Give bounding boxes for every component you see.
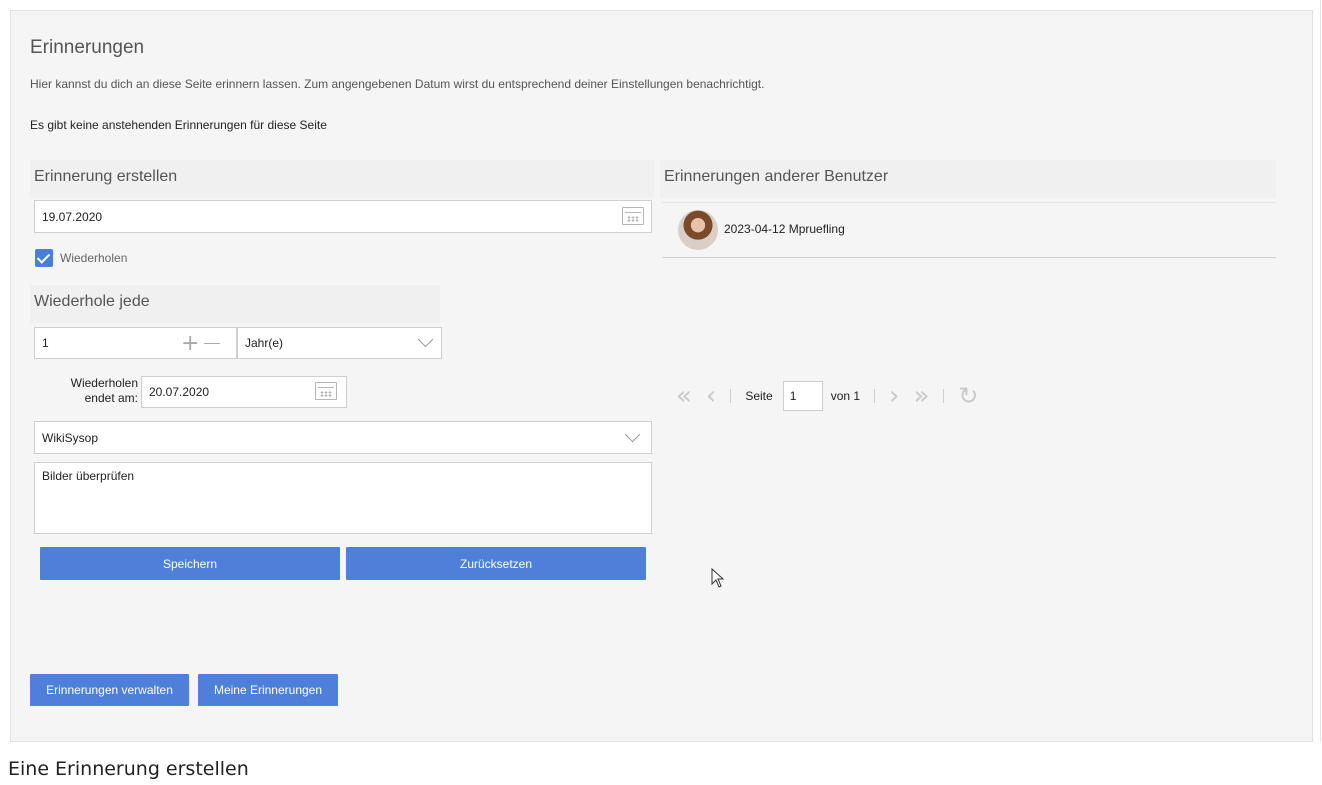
last-page-icon[interactable]: »	[913, 383, 929, 409]
next-page-icon[interactable]: ›	[889, 383, 899, 409]
pager-separator	[943, 389, 945, 403]
calendar-icon[interactable]	[622, 207, 644, 225]
pager-separator	[730, 389, 732, 403]
calendar-icon[interactable]	[315, 382, 337, 400]
mouse-cursor-icon	[711, 568, 725, 588]
interval-stepper[interactable]: 1 +	[34, 327, 237, 359]
repeat-label: Wiederholen	[60, 251, 128, 265]
page-input[interactable]: 1	[782, 381, 823, 411]
repeat-ends-input[interactable]: 20.07.2020	[141, 376, 347, 408]
reminder-entry-text: 2023-04-12 Mpruefling	[724, 222, 845, 236]
previous-page-icon[interactable]: ‹	[706, 383, 716, 409]
save-button[interactable]: Speichern	[40, 547, 340, 580]
interval-value: 1	[42, 336, 49, 350]
unit-value: Jahr(e)	[245, 336, 284, 350]
my-reminders-button[interactable]: Meine Erinnerungen	[198, 674, 338, 706]
date-input[interactable]: 19.07.2020	[34, 200, 652, 233]
page-of-label: von 1	[830, 389, 861, 403]
manage-reminders-button[interactable]: Erinnerungen verwalten	[30, 674, 189, 706]
chevron-down-icon	[417, 331, 434, 348]
description-text: Hier kannst du dich an diese Seite erinn…	[30, 77, 765, 91]
avatar	[678, 210, 718, 250]
page-label: Seite	[745, 389, 773, 403]
comment-textarea[interactable]: Bilder überprüfen	[34, 462, 652, 534]
unit-select[interactable]: Jahr(e)	[237, 327, 442, 359]
user-value: WikiSysop	[42, 430, 99, 445]
comment-value: Bilder überprüfen	[42, 469, 135, 483]
repeat-checkbox[interactable]	[35, 249, 53, 267]
reset-button[interactable]: Zurücksetzen	[346, 547, 646, 580]
repeat-ends-label: Wiederholen endet am:	[70, 376, 138, 405]
date-value: 19.07.2020	[42, 209, 103, 224]
pager: « ‹ Seite 1 von 1 › » ↻	[676, 380, 978, 412]
first-page-icon[interactable]: «	[676, 383, 692, 409]
pager-separator	[874, 389, 876, 403]
page-title: Erinnerungen	[30, 37, 145, 58]
create-heading: Erinnerung erstellen	[30, 160, 654, 198]
no-pending-text: Es gibt keine anstehenden Erinnerungen f…	[30, 118, 327, 132]
refresh-icon[interactable]: ↻	[958, 384, 978, 408]
user-select[interactable]: WikiSysop	[34, 421, 652, 454]
minus-icon[interactable]	[204, 343, 220, 344]
plus-icon[interactable]: +	[181, 331, 199, 356]
repeat-heading: Wiederhole jede	[30, 285, 440, 323]
figure-caption: Eine Erinnerung erstellen	[8, 758, 249, 780]
repeat-ends-value: 20.07.2020	[149, 385, 210, 399]
chevron-down-icon	[624, 426, 641, 443]
others-heading: Erinnerungen anderer Benutzer	[660, 160, 1276, 198]
